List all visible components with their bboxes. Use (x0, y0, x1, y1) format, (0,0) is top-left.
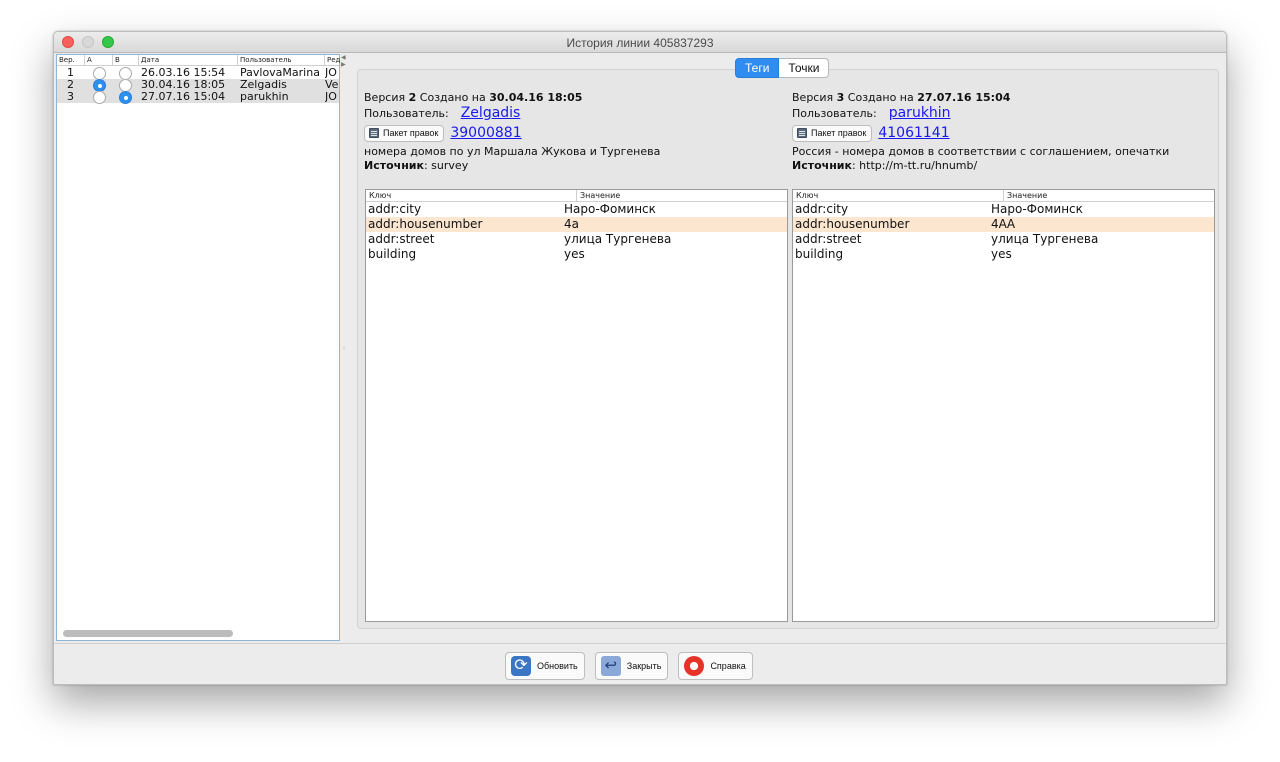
tag-row[interactable]: addr:street улица Тургенева (793, 232, 1214, 247)
window-title: История линии 405837293 (566, 36, 714, 50)
tag-value: 4АА (991, 217, 1016, 231)
lifebuoy-icon (684, 656, 705, 676)
tab-tags[interactable]: Теги (735, 58, 780, 78)
col-header-editor[interactable]: Ред (324, 55, 341, 66)
version-a-user-link[interactable]: Zelgadis (461, 105, 521, 121)
help-button[interactable]: Справка (678, 652, 753, 680)
history-row[interactable]: 3 27.07.16 15:04 parukhin JO (57, 91, 339, 104)
tags-table-header: Ключ Значение (366, 190, 787, 202)
version-b-changeset-link[interactable]: 41061141 (878, 125, 949, 141)
tag-row[interactable]: building yes (366, 247, 787, 262)
history-window: История линии 405837293 Вер. A B Дата По… (53, 31, 1227, 685)
tag-key: addr:city (368, 202, 422, 216)
tag-row[interactable]: addr:city Наро-Фоминск (366, 202, 787, 217)
row-version: 2 (67, 79, 74, 91)
version-a-comment: номера домов по ул Маршала Жукова и Тург… (364, 145, 661, 158)
version-b-source: Источник: http://m-tt.ru/hnumb/ (792, 159, 978, 172)
version-b-user-link[interactable]: parukhin (889, 105, 951, 121)
col-header-user[interactable]: Пользователь (237, 55, 292, 66)
tag-row[interactable]: addr:city Наро-Фоминск (793, 202, 1214, 217)
changeset-icon (369, 128, 379, 138)
row-editor: Ve (325, 79, 339, 91)
history-row[interactable]: 1 26.03.16 15:54 PavlovaMarina JO (57, 67, 339, 80)
row-user: parukhin (240, 91, 289, 103)
col-header-key[interactable]: Ключ (793, 190, 818, 202)
version-b-comment: Россия - номера домов в соответствии с с… (792, 145, 1170, 158)
tag-value: 4а (564, 217, 579, 231)
version-a-source: Источник: survey (364, 159, 469, 172)
refresh-button[interactable]: Обновить (505, 652, 585, 680)
version-b-tags-table[interactable]: Ключ Значение addr:city Наро-Фоминск addr:… (792, 189, 1215, 622)
tag-row[interactable]: building yes (793, 247, 1214, 262)
col-header-a[interactable]: A (84, 55, 92, 66)
close-window-icon[interactable] (62, 36, 74, 48)
version-a-changeset-link[interactable]: 39000881 (450, 125, 521, 141)
version-a-header: Версия 2 Создано на 30.04.16 18:05 (364, 91, 583, 104)
row-date: 30.04.16 18:05 (141, 79, 226, 91)
col-header-date[interactable]: Дата (138, 55, 159, 66)
version-a-tags-table[interactable]: Ключ Значение addr:city Наро-Фоминск addr:… (365, 189, 788, 622)
row-editor: JO (325, 67, 337, 79)
tag-key: building (368, 247, 417, 261)
title-bar[interactable]: История линии 405837293 (54, 32, 1226, 53)
radio-b[interactable] (119, 91, 132, 104)
changeset-icon (797, 128, 807, 138)
tag-key: addr:street (795, 232, 862, 246)
minimize-window-icon[interactable] (82, 36, 94, 48)
col-header-version[interactable]: Вер. (57, 55, 75, 66)
version-b-changeset-line: Пакет правок 41061141 (792, 124, 1215, 142)
version-b-user-line: Пользователь: parukhin (792, 105, 1215, 121)
row-editor: JO (325, 91, 337, 103)
tag-value: Наро-Фоминск (991, 202, 1083, 216)
tag-key: addr:street (368, 232, 435, 246)
tag-value: улица Тургенева (564, 232, 672, 246)
tab-nodes[interactable]: Точки (779, 58, 830, 78)
radio-a[interactable] (93, 91, 106, 104)
tags-table-header: Ключ Значение (793, 190, 1214, 202)
version-b-info: Версия 3 Создано на 27.07.16 15:04 Польз… (792, 91, 1215, 173)
row-user: Zelgadis (240, 79, 287, 91)
tag-key: addr:housenumber (368, 217, 483, 231)
tag-value: улица Тургенева (991, 232, 1099, 246)
tag-row[interactable]: addr:housenumber 4АА (793, 217, 1214, 232)
tag-key: addr:city (795, 202, 849, 216)
row-user: PavlovaMarina (240, 67, 320, 79)
tag-value: yes (564, 247, 585, 261)
user-label: Пользователь: (792, 107, 877, 120)
col-header-value[interactable]: Значение (1003, 190, 1047, 202)
tag-value: yes (991, 247, 1012, 261)
row-date: 26.03.16 15:54 (141, 67, 226, 79)
tag-row[interactable]: addr:street улица Тургенева (366, 232, 787, 247)
button-bar: Обновить Закрыть Справка (54, 643, 1226, 684)
tag-value: Наро-Фоминск (564, 202, 656, 216)
tag-key: building (795, 247, 844, 261)
version-b-changeset-button[interactable]: Пакет правок (792, 124, 873, 142)
refresh-icon (511, 656, 531, 676)
user-label: Пользователь: (364, 107, 449, 120)
version-a-user-line: Пользователь: Zelgadis (364, 105, 787, 121)
split-pane-arrows-icon[interactable]: ◀ ▶ (341, 54, 349, 68)
version-history-table[interactable]: Вер. A B Дата Пользователь Ред 1 26.03.16… (56, 54, 340, 641)
tag-row[interactable]: addr:housenumber 4а (366, 217, 787, 232)
history-row[interactable]: 2 30.04.16 18:05 Zelgadis Ve (57, 79, 339, 92)
tab-bar: Теги Точки (735, 58, 830, 78)
row-version: 1 (67, 67, 74, 79)
version-a-info: Версия 2 Создано на 30.04.16 18:05 Польз… (364, 91, 787, 173)
tag-key: addr:housenumber (795, 217, 910, 231)
row-date: 27.07.16 15:04 (141, 91, 226, 103)
split-pane-handle-icon[interactable]: ◦ (342, 345, 346, 353)
version-a-changeset-line: Пакет правок 39000881 (364, 124, 787, 142)
col-header-key[interactable]: Ключ (366, 190, 391, 202)
col-header-value[interactable]: Значение (576, 190, 620, 202)
row-version: 3 (67, 91, 74, 103)
close-button[interactable]: Закрыть (594, 652, 669, 680)
history-table-header: Вер. A B Дата Пользователь Ред (57, 55, 341, 66)
version-a-changeset-button[interactable]: Пакет правок (364, 124, 445, 142)
undo-arrow-icon (600, 656, 621, 676)
horizontal-scrollbar[interactable] (63, 630, 233, 637)
maximize-window-icon[interactable] (102, 36, 114, 48)
col-header-b[interactable]: B (112, 55, 120, 66)
version-b-header: Версия 3 Создано на 27.07.16 15:04 (792, 91, 1011, 104)
